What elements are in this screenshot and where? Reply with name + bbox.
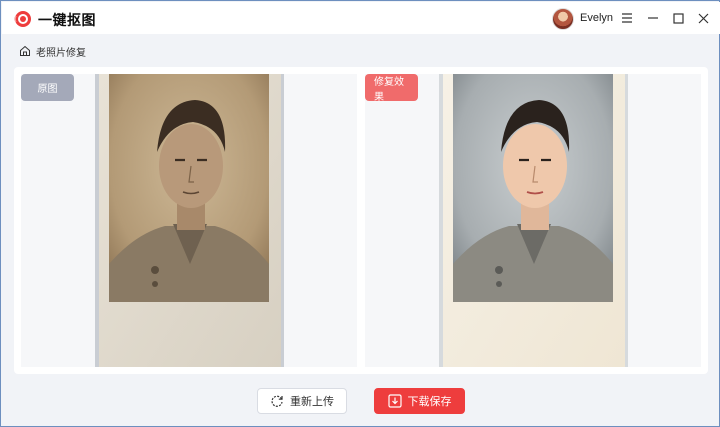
menu-icon xyxy=(622,13,632,23)
app-title: 一键抠图 xyxy=(38,12,96,28)
close-button[interactable] xyxy=(692,7,714,29)
original-photo xyxy=(95,74,284,367)
download-button[interactable]: 下载保存 xyxy=(374,388,465,414)
restored-photo xyxy=(439,74,628,367)
home-icon[interactable] xyxy=(19,45,31,57)
menu-button[interactable] xyxy=(616,7,638,29)
download-label: 下载保存 xyxy=(407,396,452,408)
compare-panel: 原图 修复效果 xyxy=(14,67,708,374)
app-window: 一键抠图 Evelyn 老照片修复 原图 修复效果 重新上传 下载保存 xyxy=(0,0,720,427)
maximize-icon xyxy=(672,12,684,24)
result-tag: 修复效果 xyxy=(365,74,418,103)
title-bar: 一键抠图 Evelyn xyxy=(2,2,720,34)
minimize-icon xyxy=(648,17,658,19)
breadcrumb: 老照片修复 xyxy=(19,44,86,59)
maximize-button[interactable] xyxy=(667,7,689,29)
minimize-button[interactable] xyxy=(642,7,664,29)
refresh-icon xyxy=(271,395,283,407)
reupload-button[interactable]: 重新上传 xyxy=(257,388,347,414)
reupload-label: 重新上传 xyxy=(290,396,334,408)
app-logo-icon xyxy=(14,11,31,27)
breadcrumb-label: 老照片修复 xyxy=(36,47,86,59)
close-icon xyxy=(698,13,708,23)
avatar[interactable] xyxy=(552,8,574,30)
original-pane: 原图 xyxy=(21,74,357,367)
original-tag: 原图 xyxy=(21,74,74,101)
username[interactable]: Evelyn xyxy=(580,12,613,24)
download-icon xyxy=(387,394,402,408)
result-pane: 修复效果 xyxy=(365,74,701,367)
